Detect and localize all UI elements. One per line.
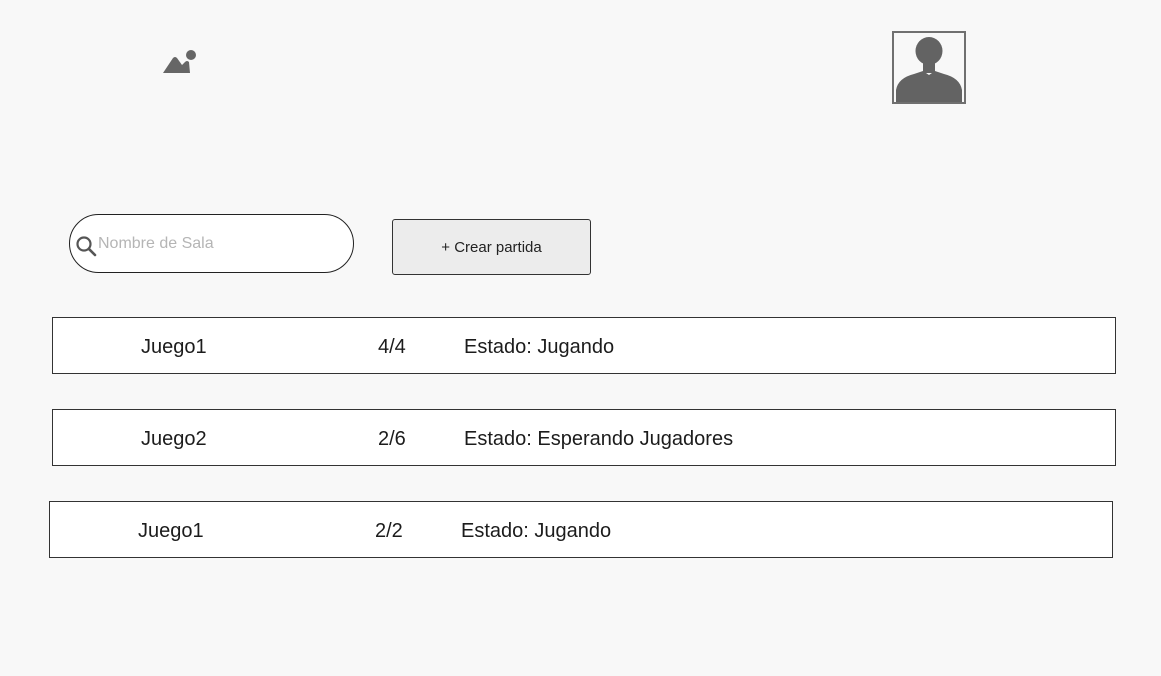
game-status: Estado: Jugando xyxy=(464,336,615,358)
logo-image-icon xyxy=(162,48,198,76)
game-player-count: 2/2 xyxy=(375,520,403,542)
game-status: Estado: Jugando xyxy=(461,520,612,542)
game-name: Juego2 xyxy=(141,428,207,450)
game-player-count: 4/4 xyxy=(378,336,406,358)
game-row[interactable]: Juego1 2/2 Estado: Jugando xyxy=(49,501,1113,558)
game-status: Estado: Esperando Jugadores xyxy=(464,428,734,450)
game-name: Juego1 xyxy=(138,520,204,542)
game-row[interactable]: Juego2 2/6 Estado: Esperando Jugadores xyxy=(52,409,1116,466)
create-match-button[interactable]: + Crear partida xyxy=(392,219,591,275)
room-search-input[interactable] xyxy=(98,233,338,255)
search-icon xyxy=(76,236,97,257)
game-player-count: 2/6 xyxy=(378,428,406,450)
user-silhouette-icon xyxy=(896,37,962,102)
room-search-field[interactable] xyxy=(69,214,354,273)
game-name: Juego1 xyxy=(141,336,207,358)
game-row[interactable]: Juego1 4/4 Estado: Jugando xyxy=(52,317,1116,374)
user-avatar[interactable] xyxy=(892,31,966,104)
